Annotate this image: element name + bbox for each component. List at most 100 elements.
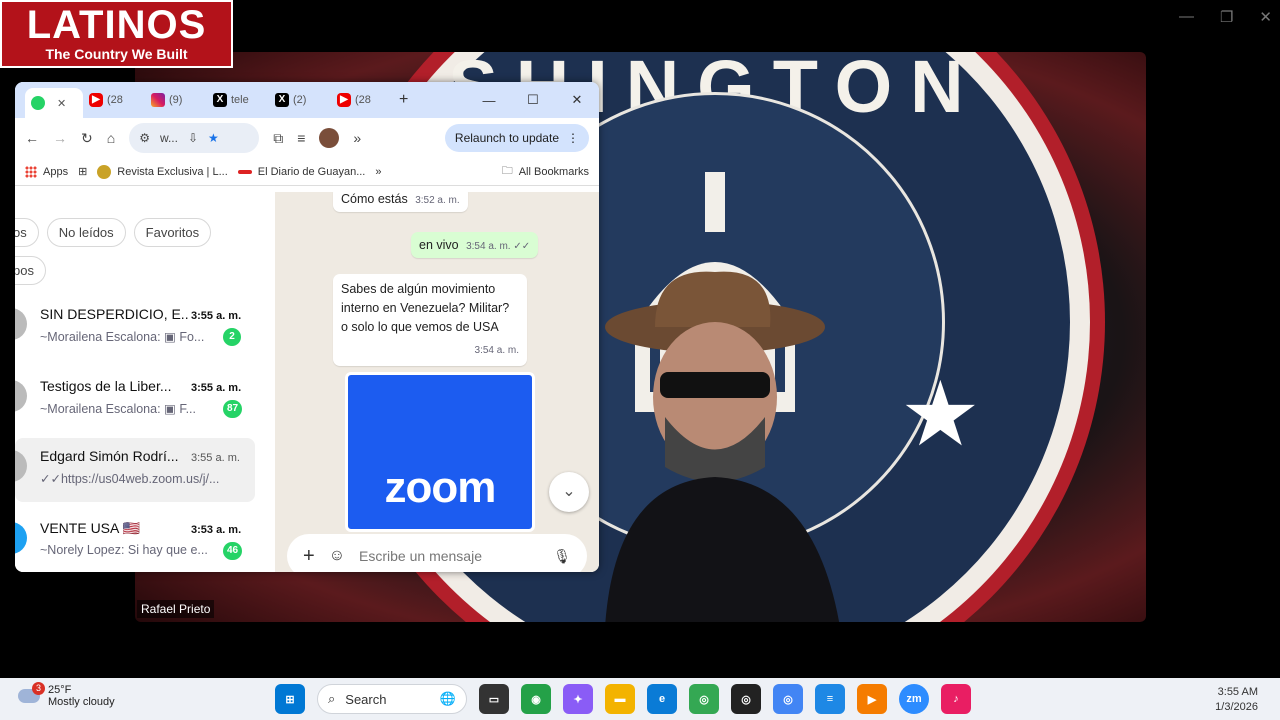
tab-close-icon[interactable]: ✕ bbox=[57, 97, 66, 110]
tab-x-2[interactable]: X (2) bbox=[269, 87, 331, 113]
message-input[interactable]: Escribe un mensaje bbox=[359, 548, 539, 564]
home-icon[interactable]: ⌂ bbox=[107, 130, 115, 146]
chat-preview: ~Norely Lopez: Si hay que e... bbox=[40, 543, 208, 557]
attach-plus-icon[interactable]: + bbox=[303, 545, 315, 568]
windows-start-icon[interactable]: ⊞ bbox=[275, 684, 305, 714]
zoom-icon[interactable]: zm bbox=[899, 684, 929, 714]
tab-whatsapp[interactable]: ✕ bbox=[25, 88, 83, 118]
bookmark-diario[interactable]: El Diario de Guayan... bbox=[237, 166, 365, 178]
filter-favorites[interactable]: Favoritos bbox=[133, 218, 212, 247]
apps-grid-icon bbox=[25, 165, 37, 178]
message-text: en vivo bbox=[419, 238, 459, 252]
chat-item[interactable]: Testigos de la Liber... 3:55 a. m. ~Mora… bbox=[15, 368, 255, 432]
bookmark-revista[interactable]: Revista Exclusiva | L... bbox=[97, 164, 228, 179]
bookmark-star-icon[interactable]: ★ bbox=[208, 131, 219, 145]
site-settings-icon[interactable]: ⚙ bbox=[139, 131, 150, 145]
tab-youtube-1[interactable]: ▶ (28 bbox=[83, 87, 145, 113]
new-tab-button[interactable]: + bbox=[399, 91, 408, 109]
chrome-icon[interactable]: ◎ bbox=[689, 684, 719, 714]
filter-unread[interactable]: No leídos bbox=[46, 218, 126, 247]
search-highlight-icon: 🌐 bbox=[439, 691, 456, 706]
chat-item[interactable]: VENTE USA 🇺🇸 3:53 a. m. ~Norely Lopez: S… bbox=[15, 510, 255, 572]
tab-groups-icon[interactable]: ⊞ bbox=[78, 165, 87, 178]
extensions-icon[interactable]: ⧉ bbox=[273, 130, 283, 147]
browser-toolbar: ← → ↻ ⌂ ⚙ w... ⇩ ★ ⧉ ≡ » Relaunch to upd… bbox=[15, 118, 599, 158]
chat-item[interactable]: SIN DESPERDICIO, E... 3:55 a. m. ~Morail… bbox=[15, 296, 255, 360]
chat-title: VENTE USA 🇺🇸 bbox=[40, 520, 140, 536]
site-favicon-icon bbox=[97, 164, 112, 179]
close-icon[interactable]: ✕ bbox=[555, 92, 599, 108]
microphone-icon[interactable]: 🎙 bbox=[553, 548, 571, 565]
tab-x-1[interactable]: Xtele bbox=[207, 87, 269, 113]
scroll-down-button[interactable]: ⌄ bbox=[549, 472, 589, 512]
brand-logo: LATINOS The Country We Built bbox=[0, 0, 233, 68]
tiktok-icon[interactable]: ♪ bbox=[941, 684, 971, 714]
all-bookmarks[interactable]: 🗀 All Bookmarks bbox=[502, 162, 589, 181]
tab-youtube-2[interactable]: ▶ (28 bbox=[331, 87, 393, 113]
bookmarks-overflow-icon[interactable]: » bbox=[375, 166, 381, 178]
close-icon[interactable]: ✕ bbox=[1259, 8, 1272, 26]
minimize-icon[interactable]: — bbox=[467, 93, 511, 108]
participant-name-label: Rafael Prieto bbox=[137, 600, 215, 618]
zoom-image-message[interactable]: zoom bbox=[345, 372, 535, 532]
task-view-icon[interactable]: ▭ bbox=[479, 684, 509, 714]
overflow-chevron-icon[interactable]: » bbox=[353, 130, 361, 146]
message-outgoing: en vivo 3:54 a. m. ✓✓ bbox=[411, 232, 539, 258]
unread-badge: 46 bbox=[223, 542, 243, 560]
chrome-profile-icon[interactable]: ◎ bbox=[731, 684, 761, 714]
reload-icon[interactable]: ↻ bbox=[81, 130, 93, 147]
weather-desc: Mostly cloudy bbox=[48, 696, 115, 708]
media-control-icon[interactable]: ≡ bbox=[297, 130, 305, 146]
filter-chips: os No leídos Favoritos bbox=[15, 218, 212, 247]
chrome-profile-2-icon[interactable]: ◎ bbox=[773, 684, 803, 714]
sticker-icon[interactable]: ☺ bbox=[329, 547, 345, 565]
chat-list: os No leídos Favoritos pos SIN DESPERDIC… bbox=[15, 192, 275, 572]
chat-time: 3:53 a. m. bbox=[191, 524, 242, 536]
file-explorer-icon[interactable]: ▬ bbox=[605, 684, 635, 714]
logo-tagline: The Country We Built bbox=[45, 46, 188, 62]
relaunch-button[interactable]: Relaunch to update ⋮ bbox=[444, 124, 589, 152]
browser-window-controls: — ☐ ✕ bbox=[467, 82, 599, 118]
clock-date: 1/3/2026 bbox=[1215, 701, 1258, 713]
tab-label: (2) bbox=[293, 94, 307, 106]
maximize-icon[interactable]: ☐ bbox=[511, 92, 555, 108]
x-icon: X bbox=[275, 93, 289, 107]
x-icon: X bbox=[213, 93, 227, 107]
chat-time: 3:55 a. m. bbox=[191, 452, 240, 464]
chat-preview: ~Morailena Escalona: ▣ F... bbox=[40, 402, 196, 416]
media-player-icon[interactable]: ▶ bbox=[857, 684, 887, 714]
more-menu-icon[interactable]: ⋮ bbox=[567, 131, 579, 145]
address-bar[interactable]: ⚙ w... ⇩ ★ bbox=[129, 123, 260, 153]
minimize-icon[interactable]: — bbox=[1179, 8, 1194, 26]
taskbar-search[interactable]: ⌕ Search 🌐 bbox=[317, 684, 467, 714]
tab-instagram[interactable]: (9) bbox=[145, 87, 207, 113]
bookmarks-bar: Apps ⊞ Revista Exclusiva | L... El Diari… bbox=[15, 158, 599, 186]
message-incoming: Cómo estás 3:52 a. m. bbox=[333, 192, 468, 212]
back-icon[interactable]: ← bbox=[25, 130, 39, 146]
logo-brand: LATINOS bbox=[26, 3, 207, 47]
edge-icon[interactable]: e bbox=[647, 684, 677, 714]
conversation-pane: Cómo estás 3:52 a. m. en vivo 3:54 a. m.… bbox=[275, 192, 599, 572]
copilot-icon[interactable]: ✦ bbox=[563, 684, 593, 714]
chat-preview: ✓✓https://us04web.zoom.us/j/... bbox=[40, 472, 220, 486]
filter-groups[interactable]: pos bbox=[15, 256, 46, 285]
weather-temp: 25°F bbox=[48, 684, 72, 696]
filter-all[interactable]: os bbox=[15, 218, 39, 247]
avatar bbox=[15, 450, 27, 482]
message-time: 3:52 a. m. bbox=[415, 195, 460, 206]
chat-item-selected[interactable]: Edgard Simón Rodrí... 3:55 a. m. ✓✓https… bbox=[15, 438, 255, 502]
copilot-app-icon[interactable]: ◉ bbox=[521, 684, 551, 714]
chat-time: 3:55 a. m. bbox=[191, 382, 242, 394]
profile-avatar[interactable] bbox=[319, 128, 340, 148]
presenter-figure bbox=[605, 271, 840, 622]
notepad-icon[interactable]: ≡ bbox=[815, 684, 845, 714]
restore-icon[interactable]: ❐ bbox=[1220, 8, 1233, 26]
weather-widget[interactable]: 3 25°F Mostly cloudy bbox=[18, 682, 115, 708]
tab-label: (28 bbox=[355, 94, 371, 106]
avatar bbox=[15, 308, 27, 340]
forward-icon[interactable]: → bbox=[53, 130, 67, 146]
system-clock[interactable]: 3:55 AM 1/3/2026 bbox=[1215, 685, 1258, 715]
unread-badge: 87 bbox=[223, 400, 243, 418]
install-app-icon[interactable]: ⇩ bbox=[188, 131, 198, 145]
bookmark-apps[interactable]: Apps bbox=[25, 165, 68, 178]
